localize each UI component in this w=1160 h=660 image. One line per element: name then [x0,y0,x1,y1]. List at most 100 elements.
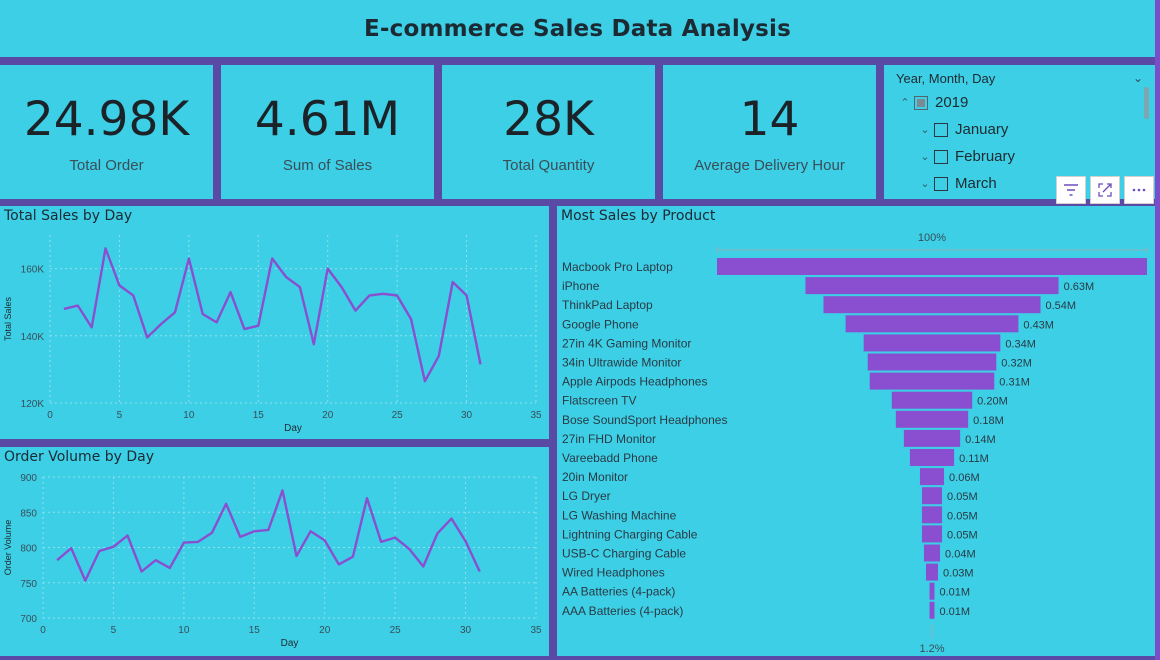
order-volume-visual[interactable]: Order Volume by Day 0 5 10 15 20 25 30 35 700 750… [0,447,549,656]
funnel-bar [923,544,941,562]
data-label: 0.05M [947,510,978,522]
category-label: 20in Monitor [562,470,628,484]
y-tick-label: 850 [20,508,37,519]
y-tick-label: 800 [20,544,37,555]
slicer-header: Year, Month, Day ⌄ [896,71,1143,86]
x-axis-label: Day [284,423,302,434]
x-tick-label: 20 [322,410,334,421]
year-checkbox[interactable] [914,95,928,110]
data-label: 0.32M [1001,358,1032,370]
funnel-bar [717,258,1147,275]
funnel-bar [845,315,1019,333]
x-tick-label: 0 [40,625,46,636]
x-tick-label: 15 [253,410,265,421]
chevron-up-icon[interactable]: ⌃ [896,96,914,109]
data-label: 0.14M [965,434,996,446]
data-label: 0.11M [959,453,989,465]
y-axis-label: Total Sales [3,296,13,341]
x-tick-label: 5 [111,625,117,636]
x-tick-label: 0 [47,410,53,421]
category-label: ThinkPad Laptop [562,298,653,312]
month-checkbox[interactable] [934,149,948,164]
funnel-bar [921,525,943,543]
funnel-bar [921,487,943,505]
y-tick-label: 120K [21,399,45,410]
filter-icon[interactable] [1056,176,1086,204]
page-title: E-commerce Sales Data Analysis [363,15,792,42]
category-label: USB-C Charging Cable [562,547,686,561]
x-tick-label: 10 [178,625,190,636]
data-label: 0.05M [947,529,978,541]
x-tick-label: 20 [319,625,331,636]
slicer-scrollbar[interactable] [1144,87,1149,119]
chevron-down-icon[interactable]: ⌄ [916,177,934,190]
y-tick-label: 900 [20,473,37,484]
funnel-bar [929,582,935,600]
data-label: 0.63M [1064,281,1095,293]
category-label: AAA Batteries (4-pack) [562,604,683,618]
sales-by-day-visual[interactable]: Total Sales by Day 0 5 10 15 20 25 30 35 120K 140… [0,206,549,439]
month-checkbox[interactable] [934,122,948,137]
kpi-card-total-order[interactable]: 24.98K Total Order [0,65,213,199]
funnel-bar [921,506,943,524]
data-label: 0.54M [1046,300,1077,312]
kpi-value: 28K [503,92,594,147]
funnel-bar [929,601,935,619]
chevron-down-icon[interactable]: ⌄ [1133,71,1143,86]
kpi-label: Sum of Sales [282,157,373,174]
funnel-bar [891,391,973,409]
month-checkbox[interactable] [934,176,948,191]
data-label: 0.06M [949,472,980,484]
funnel-bar [909,449,955,466]
page-border [1155,0,1160,660]
data-label: 0.31M [999,377,1030,389]
y-tick-label: 700 [20,614,37,625]
category-label: Wired Headphones [562,566,665,580]
slicer-item-february[interactable]: ⌄ February [896,143,1143,170]
series-line [56,489,481,582]
slicer-title: Year, Month, Day [896,71,996,86]
data-label: 0.20M [977,396,1008,408]
category-label: Flatscreen TV [562,394,636,408]
x-tick-label: 5 [117,410,123,421]
x-tick-label: 25 [390,625,402,636]
kpi-value: 24.98K [23,92,190,147]
kpi-label: Total Quantity [502,157,595,174]
category-label: LG Dryer [562,489,611,503]
funnel-bar [869,372,995,390]
x-tick-label: 30 [461,410,473,421]
top-percent-label: 100% [918,232,946,244]
kpi-card-total-quantity[interactable]: 28K Total Quantity [442,65,655,199]
slicer-item-label: February [955,148,1016,165]
y-tick-label: 750 [20,579,37,590]
x-axis-label: Day [281,638,299,649]
kpi-card-sum-of-sales[interactable]: 4.61M Sum of Sales [221,65,434,199]
chevron-down-icon[interactable]: ⌄ [916,150,934,163]
more-options-icon[interactable] [1124,176,1154,204]
slicer-item-year[interactable]: ⌃ 2019 [896,89,1143,116]
x-tick-label: 30 [460,625,472,636]
funnel-bar [919,468,945,486]
data-label: 0.05M [947,491,978,503]
slicer-item-january[interactable]: ⌄ January [896,116,1143,143]
kpi-card-average-delivery-hour[interactable]: 14 Average Delivery Hour [663,65,876,199]
title-bar: E-commerce Sales Data Analysis [0,0,1155,57]
chevron-down-icon[interactable]: ⌄ [916,123,934,136]
category-label: Google Phone [562,317,639,331]
category-label: Apple Airpods Headphones [562,375,707,389]
data-label: 0.18M [973,415,1004,427]
y-tick-label: 140K [21,332,45,343]
kpi-value: 4.61M [254,92,401,147]
category-label: 27in 4K Gaming Monitor [562,336,691,350]
funnel-bar [895,410,969,428]
most-sales-visual[interactable]: Most Sales by Product 100% Macbook Pro La… [557,206,1155,656]
x-tick-label: 35 [530,625,542,636]
x-tick-label: 35 [530,410,542,421]
data-label: 0.01M [940,606,971,618]
data-label: 0.43M [1023,319,1054,331]
focus-mode-icon[interactable] [1090,176,1120,204]
funnel-bar [863,334,1001,352]
category-label: Lightning Charging Cable [562,527,698,541]
category-label: Bose SoundSport Headphones [562,413,727,427]
x-tick-label: 15 [249,625,261,636]
